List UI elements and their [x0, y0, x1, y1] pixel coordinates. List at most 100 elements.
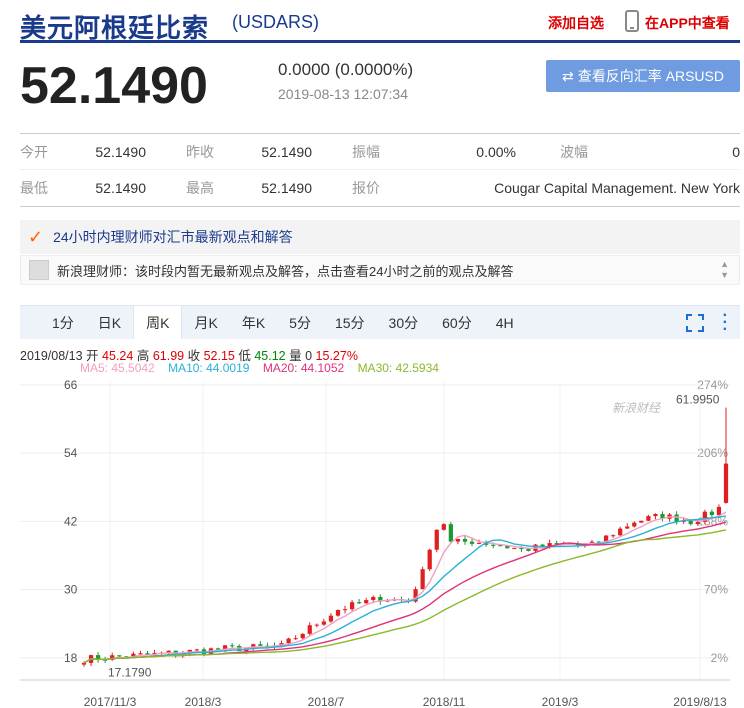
reverse-rate-button[interactable]: ⇄ 查看反向汇率 ARSUSD — [546, 60, 740, 92]
x-tick-label: 2018/11 — [423, 695, 466, 708]
pct-tick-label: 274% — [697, 378, 728, 392]
candlestick-chart[interactable]: 66 274%54 206%42 138%30 70%18 2%2017/11/3 2018… — [0, 372, 744, 708]
candle-body — [476, 542, 482, 544]
stat-value: 52.1490 — [261, 180, 312, 196]
candle-body — [427, 549, 432, 570]
candle-body — [646, 516, 651, 521]
stat-value: 52.1490 — [95, 180, 146, 196]
tab-monthly-k[interactable]: 月K — [182, 306, 229, 339]
header-divider — [20, 40, 740, 43]
chart-tabs: 1分 日K 周K 月K 年K 5分 15分 30分 60分 4H · · · — [20, 305, 740, 339]
stat-label: 最高 — [186, 180, 214, 196]
max-price-label: 61.9950 — [676, 393, 720, 407]
stats-row: 今开 52.1490 昨收 52.1490 振幅 0.00% 波幅 0 — [20, 134, 740, 170]
quote-timestamp: 2019-08-13 12:07:34 — [278, 86, 408, 102]
candle-body — [81, 662, 87, 665]
candle-body — [469, 541, 475, 544]
candle-body — [293, 638, 298, 640]
stat-label: 振幅 — [352, 143, 380, 160]
candle-body — [441, 524, 446, 530]
tab-daily-k[interactable]: 日K — [86, 306, 133, 339]
x-tick-label: 2017/11/3 — [84, 695, 137, 708]
candle-body — [420, 569, 425, 590]
scroll-arrows-icon[interactable]: ▲ ▼ — [720, 259, 729, 281]
candle-body — [371, 596, 376, 601]
candle-body — [695, 521, 700, 525]
candle-body — [117, 655, 122, 657]
reverse-rate-label: 查看反向汇率 ARSUSD — [577, 68, 724, 84]
stat-value: 52.1490 — [95, 143, 146, 160]
candle-body — [512, 548, 517, 550]
candle-body — [342, 609, 348, 611]
fullscreen-icon[interactable] — [686, 314, 704, 332]
stats-table: 今开 52.1490 昨收 52.1490 振幅 0.00% 波幅 0 最低 5… — [20, 133, 740, 207]
candle-body — [307, 625, 312, 634]
min-price-label: 17.1790 — [108, 665, 152, 679]
candle-body — [258, 644, 263, 646]
candle-body — [674, 514, 679, 522]
candle-body — [314, 624, 319, 626]
y-tick-label: 66 — [64, 378, 78, 392]
y-tick-label: 54 — [64, 446, 78, 460]
tab-4h[interactable]: 4H — [484, 306, 526, 339]
ma30-line — [83, 529, 727, 664]
pct-tick-label: 70% — [704, 583, 728, 597]
pct-tick-label: 2% — [711, 651, 729, 665]
tab-1min[interactable]: 1分 — [40, 306, 86, 339]
avatar — [29, 260, 49, 280]
stat-value: 0 — [732, 143, 740, 160]
candle-body — [625, 526, 630, 529]
add-favorite-link[interactable]: 添加自选 — [548, 13, 604, 33]
candle-body — [611, 535, 616, 537]
candle-body — [364, 600, 369, 604]
candle-body — [709, 511, 715, 516]
candle-body — [321, 621, 326, 625]
analyst-heading-bar[interactable]: ✓ 24小时内理财师对汇市最新观点和解答 — [20, 220, 740, 254]
candle-body — [618, 528, 623, 536]
stat-value: 0.00% — [476, 143, 516, 160]
candle-body — [455, 538, 461, 542]
candle-body — [286, 638, 291, 644]
candle-body — [716, 506, 722, 516]
pct-tick-label: 206% — [697, 446, 728, 460]
more-options-icon[interactable]: · · · — [723, 308, 728, 338]
tab-15min[interactable]: 15分 — [323, 306, 377, 339]
candle-body — [653, 514, 658, 517]
candle-body — [723, 463, 729, 503]
candle-body — [526, 548, 531, 551]
tab-weekly-k[interactable]: 周K — [133, 306, 183, 339]
analyst-message-row[interactable]: 新浪理财师：该时段内暂无最新观点及解答，点击查看24小时之前的观点及解答 ▲ ▼ — [20, 255, 740, 285]
analyst-message: 新浪理财师：该时段内暂无最新观点及解答，点击查看24小时之前的观点及解答 — [57, 263, 514, 279]
candle-body — [434, 529, 439, 550]
ma5-line — [83, 511, 727, 664]
x-tick-label: 2019/3 — [542, 695, 579, 708]
tab-60min[interactable]: 60分 — [430, 306, 484, 339]
y-tick-label: 30 — [64, 583, 78, 597]
stat-label: 报价 — [352, 180, 380, 196]
view-in-app-link[interactable]: 在APP中查看 — [645, 13, 730, 33]
candle-body — [505, 546, 510, 549]
candle-body — [632, 522, 637, 527]
y-tick-label: 18 — [64, 651, 78, 665]
stat-value: 52.1490 — [261, 143, 312, 160]
candle-body — [328, 615, 334, 622]
ohlc-date: 2019/08/13 — [20, 349, 83, 363]
current-price: 52.1490 — [20, 57, 208, 115]
tab-5min[interactable]: 5分 — [277, 306, 323, 339]
candle-body — [357, 602, 362, 604]
tab-30min[interactable]: 30分 — [377, 306, 431, 339]
candle-body — [230, 645, 235, 647]
candle-body — [300, 633, 305, 639]
y-tick-label: 42 — [64, 514, 78, 528]
price-change: 0.0000 (0.0000%) — [278, 60, 414, 79]
stat-label: 昨收 — [186, 143, 214, 160]
stat-value: Cougar Capital Management. New York — [494, 180, 740, 196]
phone-icon — [625, 10, 639, 32]
candle-body — [448, 524, 453, 542]
x-tick-label: 2018/3 — [185, 695, 222, 708]
stat-label: 波幅 — [560, 143, 588, 160]
candle-body — [194, 649, 199, 651]
ma20-line — [83, 521, 727, 664]
tab-yearly-k[interactable]: 年K — [230, 306, 277, 339]
x-tick-label: 2018/7 — [308, 695, 345, 708]
